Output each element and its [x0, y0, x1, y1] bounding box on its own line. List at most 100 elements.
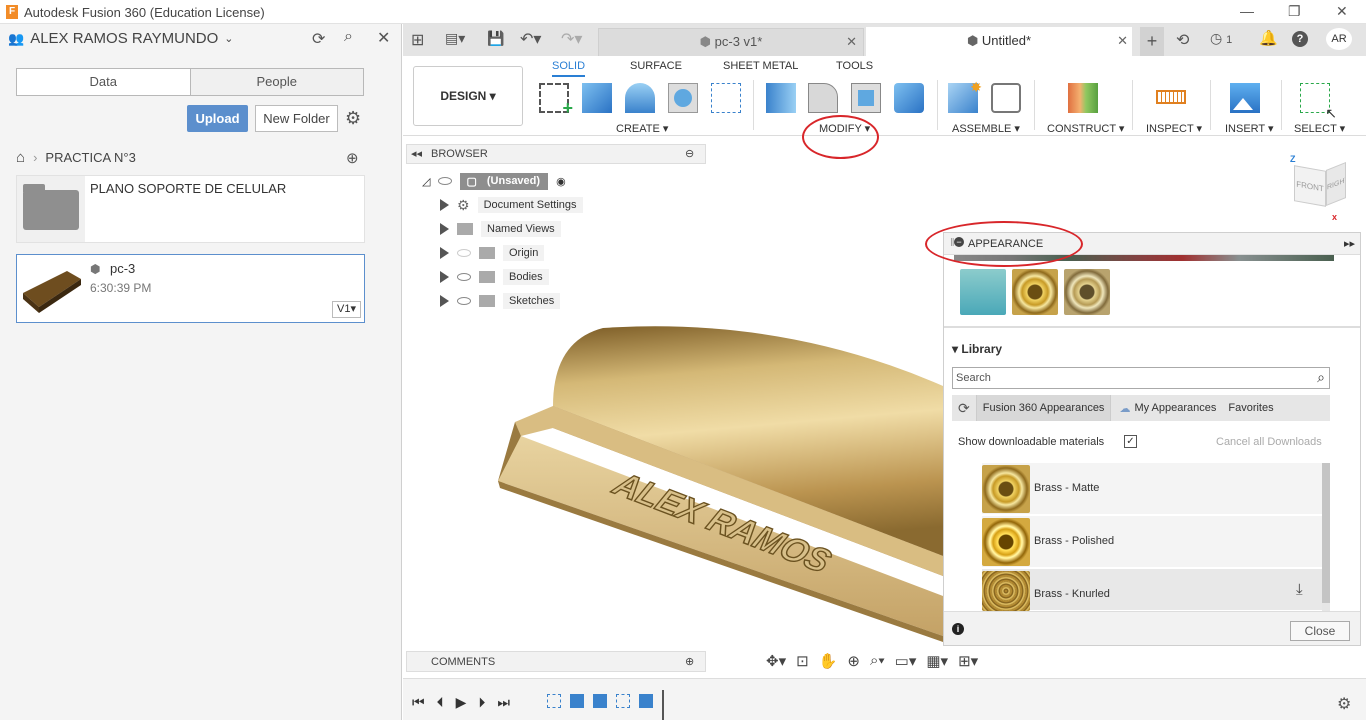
workspace-switcher[interactable]: DESIGN ▾ [413, 66, 523, 126]
create-sketch-icon[interactable]: + [539, 83, 573, 118]
gear-icon[interactable]: ⚙ [345, 108, 361, 129]
revolve-icon[interactable] [625, 83, 655, 113]
tab-my-appearances[interactable]: My Appearances [1134, 402, 1216, 414]
extrude-feature-icon[interactable] [593, 694, 607, 708]
user-menu[interactable]: 👥 ALEX RAMOS RAYMUNDO ⌄ [8, 30, 234, 47]
display-settings-icon[interactable]: ▭▾ [895, 652, 917, 670]
comments-panel[interactable]: COMMENTS ⊕ [406, 651, 706, 672]
joint-icon[interactable] [991, 83, 1021, 113]
expand-right-icon[interactable]: ▸▸ [1344, 237, 1355, 250]
expand-icon[interactable] [440, 247, 449, 259]
browser-panel-header[interactable]: ◂◂ BROWSER ⊖ [406, 144, 706, 164]
refresh-icon[interactable]: ⟳ [952, 400, 976, 417]
step-back-icon[interactable]: ⏴ [437, 694, 444, 711]
list-item-folder[interactable]: PLANO SOPORTE DE CELULAR [16, 175, 365, 243]
info-icon[interactable]: i [952, 623, 964, 635]
pan-icon[interactable]: ✋ [819, 652, 838, 670]
step-forward-icon[interactable]: ⏵ [478, 694, 485, 711]
version-badge[interactable]: V1▾ [332, 301, 361, 318]
expand-icon[interactable] [440, 295, 449, 307]
add-comment-icon[interactable]: ⊕ [685, 655, 694, 668]
go-to-start-icon[interactable]: ⏮ [412, 694, 425, 711]
appearance-swatch-brass[interactable] [1064, 269, 1110, 315]
create-menu[interactable]: CREATE ▾ [616, 122, 668, 135]
press-pull-icon[interactable] [766, 83, 796, 113]
tab-surface[interactable]: SURFACE [630, 60, 682, 72]
globe-icon[interactable]: ⊕ [346, 149, 359, 167]
eye-icon[interactable] [457, 297, 471, 305]
grid-icon[interactable]: ▦▾ [926, 652, 948, 670]
tab-favorites[interactable]: Favorites [1216, 402, 1273, 414]
expand-icon[interactable]: ◿ [422, 175, 430, 188]
orbit-icon[interactable]: ✥▾ [766, 652, 786, 670]
eye-hidden-icon[interactable] [457, 249, 471, 257]
breadcrumb-project[interactable]: PRACTICA N°3 [45, 150, 135, 165]
upload-button[interactable]: Upload [187, 105, 248, 132]
eye-icon[interactable] [438, 177, 453, 185]
list-item-design[interactable]: ⬢ pc-3 6:30:39 PM V1▾ [16, 254, 365, 323]
refresh-icon[interactable]: ⟳ [312, 29, 325, 49]
avatar[interactable]: AR [1326, 28, 1352, 50]
tab-untitled[interactable]: ⬢ Untitled* ✕ [866, 27, 1132, 56]
search-icon[interactable]: ⌕ [1317, 369, 1325, 386]
sketch-feature-icon[interactable] [616, 694, 630, 708]
tree-node[interactable]: Sketches [440, 291, 583, 311]
tree-node[interactable]: Origin [440, 243, 583, 263]
file-menu-icon[interactable]: ▤▾ [445, 30, 465, 47]
tree-node[interactable]: ⚙ Document Settings [440, 195, 583, 215]
expand-icon[interactable] [440, 271, 449, 283]
viewcube-front[interactable]: FRONT [1294, 165, 1326, 207]
sketch-feature-icon[interactable] [547, 694, 561, 708]
hole-icon[interactable] [668, 83, 698, 113]
extrude-feature-icon[interactable] [639, 694, 653, 708]
extrude-icon[interactable] [582, 83, 612, 113]
new-folder-button[interactable]: New Folder [255, 105, 338, 132]
minimize-icon[interactable]: ⊖ [685, 147, 694, 160]
timeline-marker[interactable] [662, 690, 664, 720]
offset-plane-icon[interactable] [1068, 83, 1098, 113]
save-icon[interactable]: 💾 [487, 30, 504, 47]
construct-menu[interactable]: CONSTRUCT ▾ [1047, 122, 1124, 135]
collapse-icon[interactable]: ◂◂ [411, 147, 422, 160]
look-at-icon[interactable]: ⊡ [796, 652, 809, 670]
help-icon[interactable]: ? [1292, 31, 1308, 47]
timeline-settings-icon[interactable]: ⚙ [1337, 694, 1351, 714]
go-to-end-icon[interactable]: ⏭ [497, 694, 510, 711]
tab-data[interactable]: Data [17, 69, 190, 95]
minimize-button[interactable]: — [1240, 3, 1254, 19]
expand-icon[interactable] [440, 199, 449, 211]
redo-icon[interactable]: ↷▾ [561, 29, 582, 49]
viewcube-right[interactable]: RIGHT [1326, 161, 1346, 207]
tree-node[interactable]: Bodies [440, 267, 583, 287]
list-item[interactable]: Brass - Polished [982, 516, 1322, 568]
appearance-swatch[interactable] [960, 269, 1006, 315]
close-tab-icon[interactable]: ✕ [846, 29, 857, 55]
viewcube[interactable]: Z FRONT RIGHT x [1284, 154, 1354, 224]
activate-radio-icon[interactable]: ◉ [556, 175, 566, 188]
assemble-menu[interactable]: ASSEMBLE ▾ [952, 122, 1020, 135]
play-icon[interactable]: ▶ [456, 694, 467, 711]
tab-sheet-metal[interactable]: SHEET METAL [723, 60, 798, 72]
tab-fusion-appearances[interactable]: Fusion 360 Appearances [975, 395, 1112, 421]
zoom-icon[interactable]: ⊕ [847, 652, 860, 670]
new-component-icon[interactable]: ✸ [948, 79, 982, 113]
list-item[interactable]: Brass - Knurled ⤓ [982, 569, 1322, 611]
list-item[interactable]: Brass - Matte [982, 463, 1322, 515]
scrollbar[interactable] [1322, 463, 1330, 611]
undo-icon[interactable]: ↶▾ [520, 29, 541, 49]
close-window-button[interactable]: ✕ [1336, 3, 1348, 20]
library-search-input[interactable]: Search ⌕ [952, 367, 1330, 389]
home-icon[interactable]: ⌂ [16, 149, 25, 166]
bell-icon[interactable]: 🔔 [1259, 29, 1278, 47]
tab-people[interactable]: People [189, 69, 363, 95]
app-grid-icon[interactable]: ⊞ [411, 30, 424, 50]
select-icon[interactable]: ↖ [1300, 83, 1337, 121]
tab-solid[interactable]: SOLID [552, 60, 586, 77]
tab-tools[interactable]: TOOLS [836, 60, 873, 72]
appearance-swatch-brass[interactable] [1012, 269, 1058, 315]
close-tab-icon[interactable]: ✕ [1117, 27, 1128, 55]
select-menu[interactable]: SELECT ▾ [1294, 122, 1345, 135]
download-icon[interactable]: ⤓ [1296, 581, 1303, 598]
eye-icon[interactable] [457, 273, 471, 281]
search-icon[interactable]: ⌕ [344, 28, 353, 46]
